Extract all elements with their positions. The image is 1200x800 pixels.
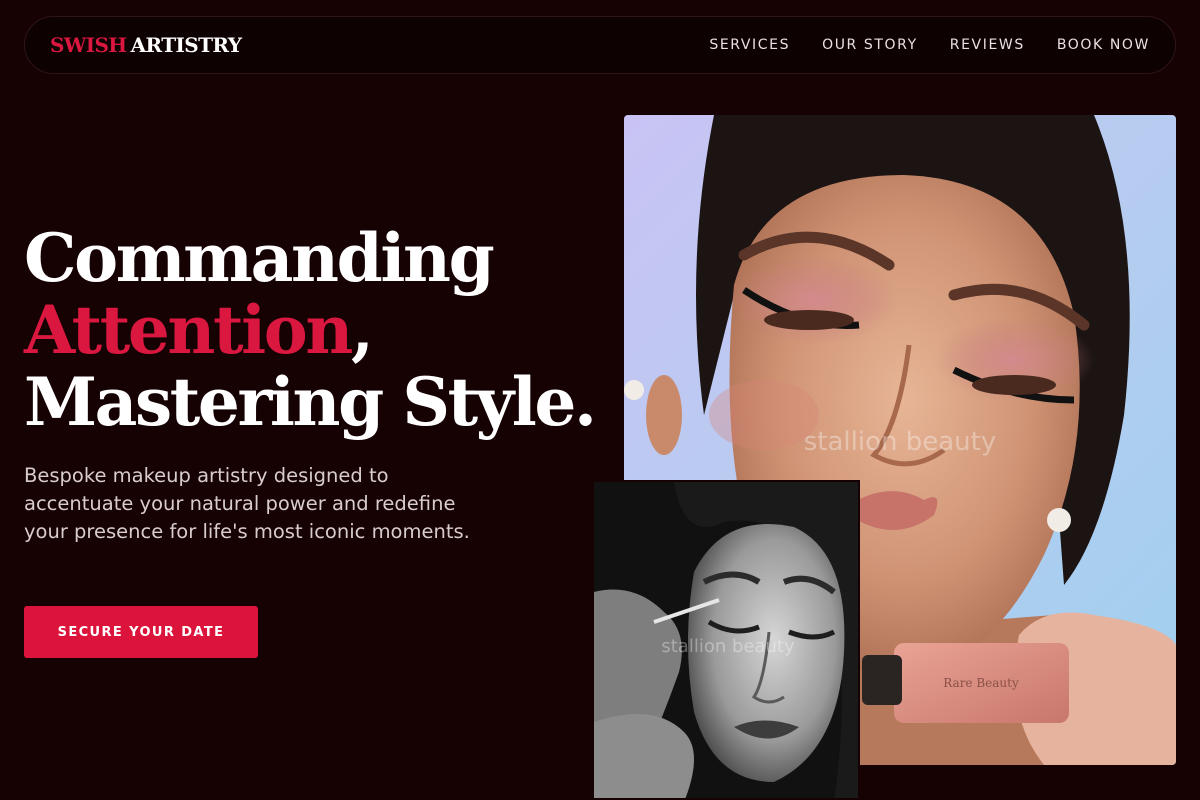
hero-subtext: Bespoke makeup artistry designed to acce… (24, 464, 470, 543)
makeup-application-image: stallion beauty (592, 480, 860, 800)
product-label-text: Rare Beauty (943, 676, 1019, 690)
secondary-image-watermark: stallion beauty (661, 636, 795, 657)
brand-logo[interactable]: SWISH ARTISTRY (50, 33, 242, 57)
headline-comma: , (350, 291, 374, 369)
bw-illustration: stallion beauty (594, 482, 858, 798)
hero-headline: Commanding Attention, Mastering Style. (24, 222, 604, 438)
headline-accent-word: Attention (24, 291, 353, 369)
brand-logo-part1: SWISH (50, 33, 127, 57)
secure-your-date-button[interactable]: SECURE YOUR DATE (24, 606, 258, 658)
brand-logo-part2: ARTISTRY (130, 33, 242, 57)
top-nav: SWISH ARTISTRY SERVICES OUR STORY REVIEW… (24, 16, 1176, 74)
headline-line-2: Attention, (24, 294, 604, 366)
nav-links: SERVICES OUR STORY REVIEWS BOOK NOW (709, 37, 1150, 53)
nav-link-reviews[interactable]: REVIEWS (950, 37, 1025, 53)
nav-link-our-story[interactable]: OUR STORY (822, 37, 918, 53)
nav-link-services[interactable]: SERVICES (709, 37, 790, 53)
headline-line-1: Commanding (24, 219, 495, 297)
main-image-watermark: stallion beauty (804, 427, 997, 457)
headline-line-3: Mastering Style. (24, 363, 597, 441)
nav-link-book-now[interactable]: BOOK NOW (1057, 37, 1150, 53)
